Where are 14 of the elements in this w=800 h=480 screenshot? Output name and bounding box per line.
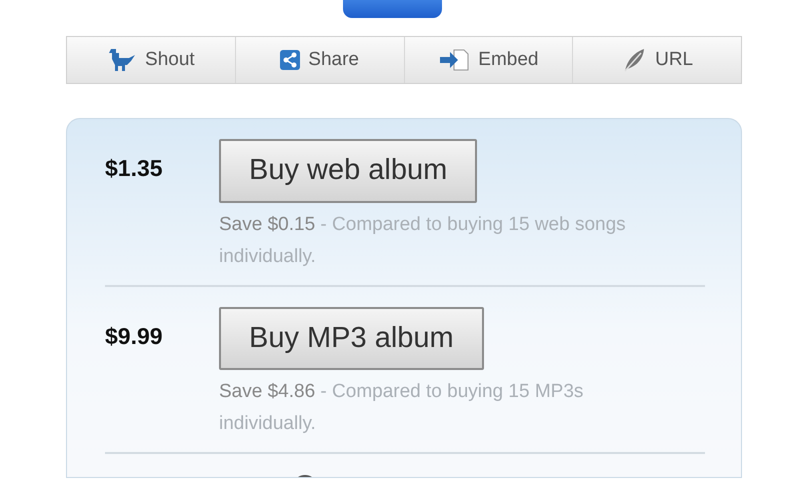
bird-icon — [107, 47, 138, 73]
top-button[interactable] — [343, 0, 442, 18]
price: $9.99 — [105, 322, 164, 350]
buy-button[interactable]: Buy web album — [219, 139, 478, 202]
savings-text: Save $0.15 - Compared to buying 15 web songs individually. — [219, 212, 627, 268]
embed-icon — [438, 48, 470, 72]
price: $1.35 — [105, 154, 164, 183]
share-icon — [280, 50, 300, 70]
savings-text: Save $4.86 - Compared to buying 15 MP3s individually. — [219, 380, 584, 436]
share-bar-button[interactable]: Share — [236, 37, 404, 83]
buy-button[interactable]: Buy MP3 album — [219, 306, 484, 370]
share-bar-button[interactable]: URL — [573, 37, 741, 83]
share-bar-button[interactable]: Shout — [67, 37, 236, 83]
share-bar-button[interactable]: Embed — [404, 37, 574, 83]
